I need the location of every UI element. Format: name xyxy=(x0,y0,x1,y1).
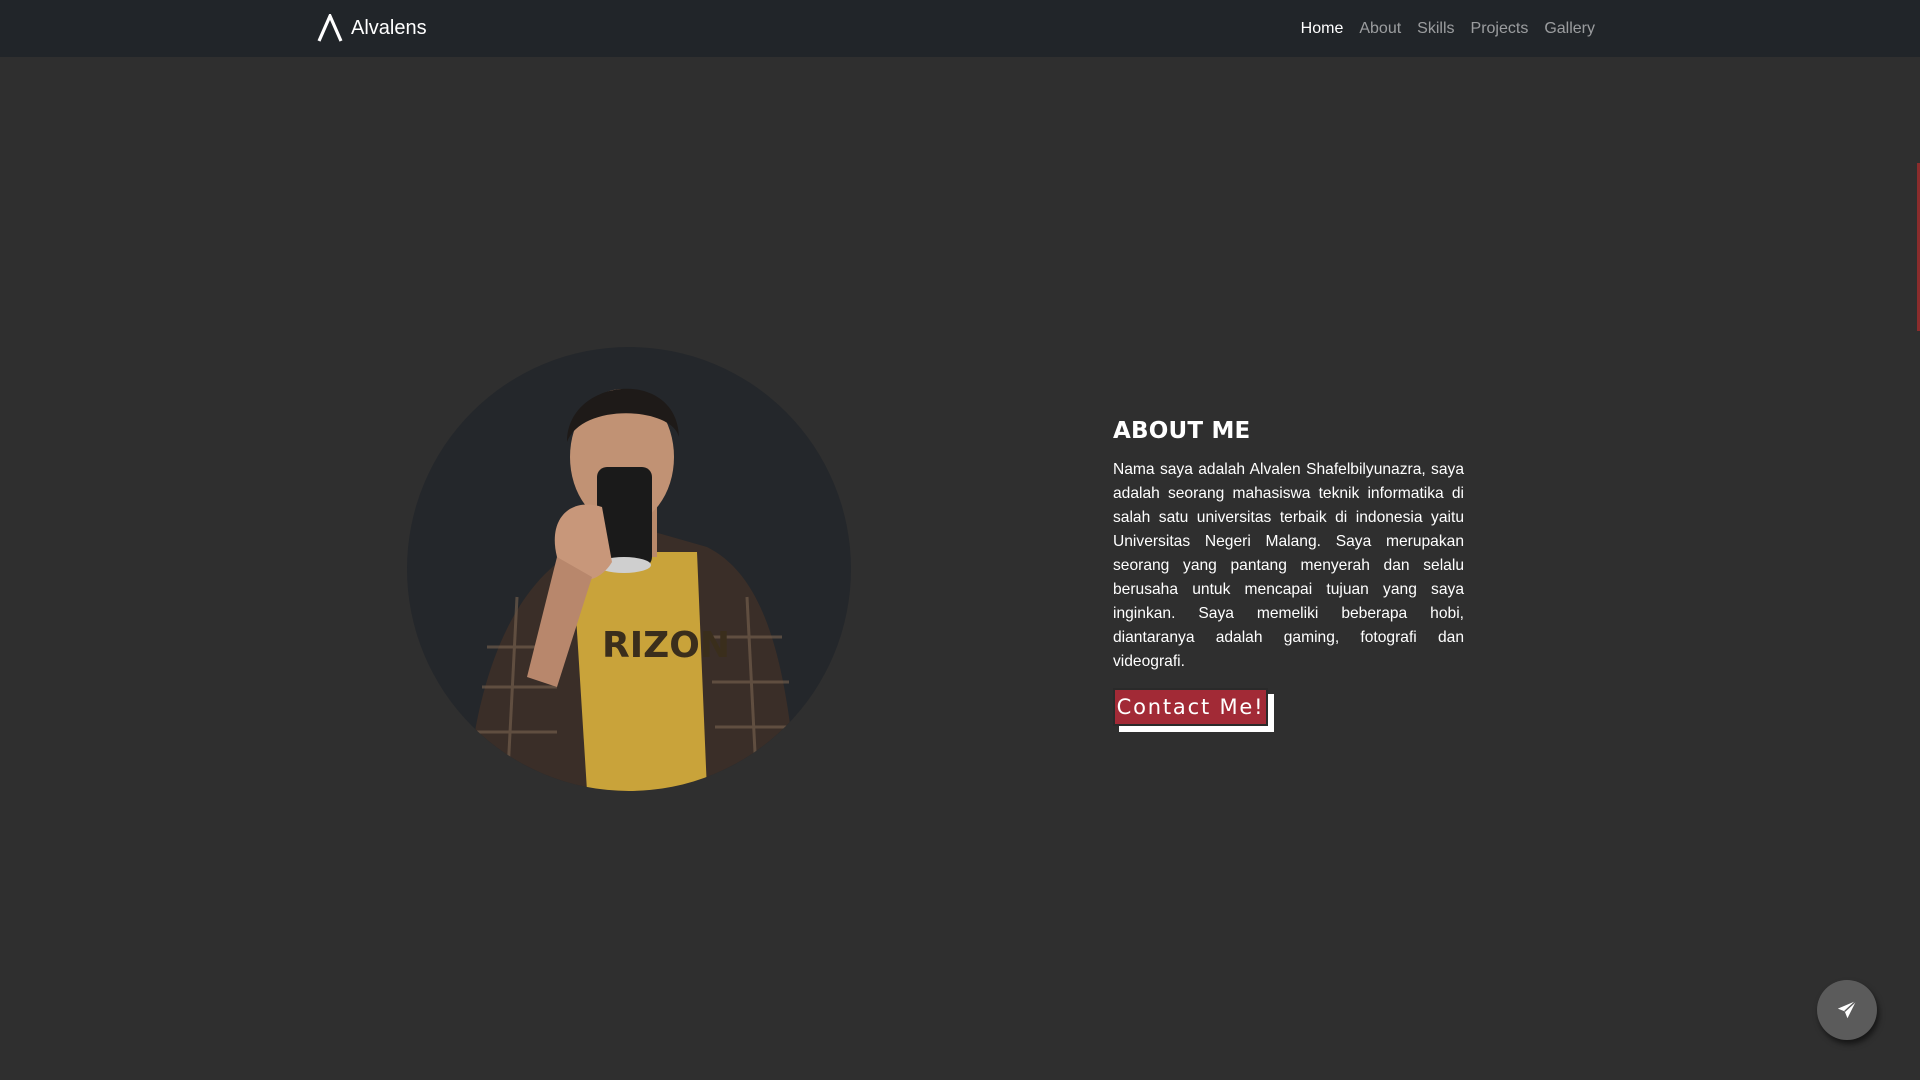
about-title: ABOUT ME xyxy=(1113,418,1251,444)
paper-plane-icon xyxy=(1836,999,1858,1021)
navbar: Alvalens Home About Skills Projects Gall… xyxy=(0,0,1920,57)
shirt-text: RIZON xyxy=(602,625,730,666)
nav-link-about[interactable]: About xyxy=(1359,18,1401,40)
brand-link[interactable]: Alvalens xyxy=(317,13,427,43)
nav-link-skills[interactable]: Skills xyxy=(1417,18,1454,40)
contact-me-button[interactable]: Contact Me! xyxy=(1113,688,1268,726)
profile-photo: RIZON xyxy=(407,347,851,791)
about-description: Nama saya adalah Alvalen Shafelbilyunazr… xyxy=(1113,461,1464,670)
nav-link-gallery[interactable]: Gallery xyxy=(1544,18,1595,40)
alvalens-logo-icon xyxy=(317,14,343,42)
contact-fab-button[interactable] xyxy=(1817,980,1877,1040)
nav-link-projects[interactable]: Projects xyxy=(1471,18,1529,40)
nav-link-home[interactable]: Home xyxy=(1301,18,1344,40)
nav-links: Home About Skills Projects Gallery xyxy=(1301,18,1595,40)
contact-button-wrapper: Contact Me! xyxy=(1113,688,1274,732)
brand-name: Alvalens xyxy=(351,17,427,39)
about-section: ABOUT ME Nama saya adalah Alvalen Shafel… xyxy=(1113,414,1464,732)
